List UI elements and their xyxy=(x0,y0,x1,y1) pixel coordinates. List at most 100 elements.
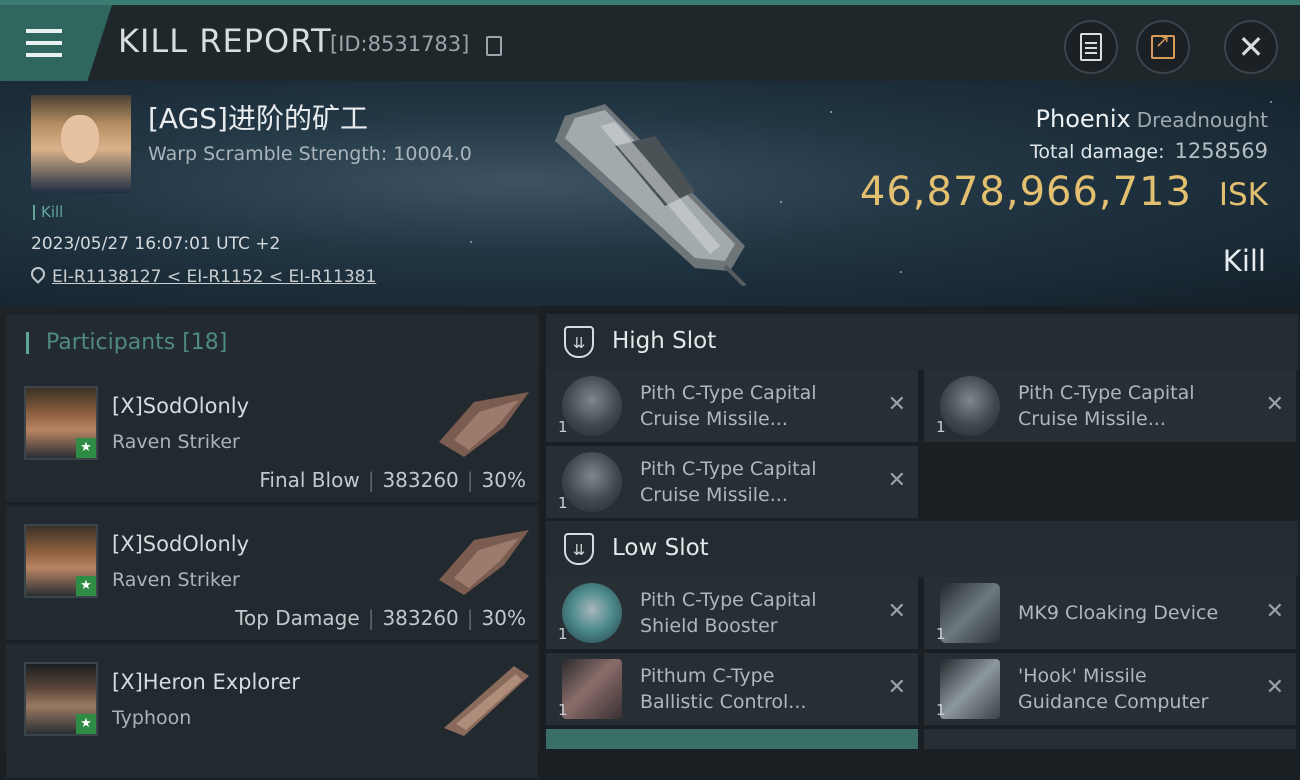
ship-class: Dreadnought xyxy=(1136,108,1268,132)
high-slot-header: ⇊ High Slot xyxy=(546,314,1298,370)
item-quantity: 1 xyxy=(936,701,946,719)
close-button[interactable]: ✕ xyxy=(1224,20,1278,74)
high-slot-item[interactable]: 1 Pith C-Type Capital Cruise Missile... … xyxy=(546,370,918,442)
star xyxy=(470,241,472,243)
item-name-line2: Guidance Computer xyxy=(1018,691,1209,713)
participant-name: [X]SodOlonly xyxy=(112,532,250,556)
low-slot-title: Low Slot xyxy=(612,535,709,561)
low-slot-header: ⇊ Low Slot xyxy=(546,521,1298,577)
partial-list-item[interactable] xyxy=(924,729,1296,749)
victim-ship-image xyxy=(555,104,747,286)
low-slot-item[interactable]: 1 Pith C-Type Capital Shield Booster ✕ xyxy=(546,577,918,649)
participant-stats: Top Damage | 383260 | 30% xyxy=(235,606,526,630)
shield-booster-icon xyxy=(562,583,622,643)
item-name-line2: Cruise Missile... xyxy=(640,484,788,506)
star-badge-icon: ★ xyxy=(76,576,96,596)
low-slot-item[interactable]: 1 Pithum C-Type Ballistic Control... ✕ xyxy=(546,653,918,725)
participants-heading: Participants [18] xyxy=(46,330,228,355)
participant-role: Top Damage xyxy=(235,606,360,630)
star-badge-icon: ★ xyxy=(76,438,96,458)
star xyxy=(780,201,782,203)
participant-row[interactable]: ★ [X]SodOlonly Raven Striker Top Damage |… xyxy=(6,506,538,642)
item-quantity: 1 xyxy=(558,418,568,436)
participant-damage: 383260 xyxy=(382,606,459,630)
missile-launcher-icon xyxy=(562,452,622,512)
total-damage: Total damage: 1258569 xyxy=(1030,139,1268,163)
star xyxy=(1270,101,1272,103)
total-damage-value: 1258569 xyxy=(1174,139,1268,163)
item-name-line2: Cruise Missile... xyxy=(640,408,788,430)
clipboard-icon xyxy=(1080,33,1102,61)
item-name: Pith C-Type Capital Cruise Missile... xyxy=(1018,380,1258,432)
item-name: MK9 Cloaking Device xyxy=(1018,602,1219,624)
participant-stats: Final Blow | 383260 | 30% xyxy=(259,468,526,492)
victim-name[interactable]: [AGS]进阶的矿工 xyxy=(148,97,368,137)
low-slot-icon: ⇊ xyxy=(564,533,594,565)
destroyed-x-icon: ✕ xyxy=(1265,392,1284,417)
warp-scramble-strength: Warp Scramble Strength: 10004.0 xyxy=(148,143,472,165)
isk-value: 46,878,966,713 xyxy=(859,169,1192,215)
destroyed-x-icon: ✕ xyxy=(887,468,906,493)
cloaking-device-icon xyxy=(940,583,1000,643)
share-icon xyxy=(1151,31,1175,59)
participant-ship-image xyxy=(444,666,529,736)
victim-portrait[interactable] xyxy=(31,95,131,193)
item-name-line2: Ballistic Control... xyxy=(640,691,807,713)
item-name: Pith C-Type Capital Shield Booster xyxy=(640,587,880,639)
close-icon: ✕ xyxy=(1237,28,1265,66)
portrait-face xyxy=(61,115,99,163)
destroyed-x-icon: ✕ xyxy=(1265,599,1284,624)
participants-panel: Participants [18] ★ [X]SodOlonly Raven S… xyxy=(0,306,540,780)
item-name-line2: Shield Booster xyxy=(640,615,778,637)
item-name-line2: Cruise Missile... xyxy=(1018,408,1166,430)
kill-result: Kill xyxy=(1222,244,1266,278)
item-name-line1: Pith C-Type Capital xyxy=(640,589,817,611)
low-slot-item[interactable]: 1 'Hook' Missile Guidance Computer ✕ xyxy=(924,653,1296,725)
hamburger-icon xyxy=(26,29,62,57)
page-title: KILL REPORT xyxy=(118,22,332,60)
high-slot-icon: ⇊ xyxy=(564,326,594,358)
participant-name: [X]Heron Explorer xyxy=(112,670,300,694)
guidance-computer-icon xyxy=(940,659,1000,719)
kill-timestamp: 2023/05/27 16:07:01 UTC +2 xyxy=(31,234,281,254)
item-name: Pithum C-Type Ballistic Control... xyxy=(640,663,880,715)
participant-avatar: ★ xyxy=(24,524,98,598)
location-link[interactable]: EI-R1138127 < EI-R1152 < EI-R11381 xyxy=(52,267,376,287)
missile-launcher-icon xyxy=(940,376,1000,436)
participant-row[interactable]: ★ [X]Heron Explorer Typhoon xyxy=(6,644,538,780)
clipboard-button[interactable] xyxy=(1064,20,1118,74)
kill-tag: Kill xyxy=(33,205,63,220)
low-slot-item[interactable]: 1 MK9 Cloaking Device ✕ xyxy=(924,577,1296,649)
ship-name[interactable]: Phoenix Dreadnought xyxy=(1036,105,1268,133)
destroyed-x-icon: ✕ xyxy=(887,675,906,700)
item-quantity: 1 xyxy=(936,625,946,643)
copy-icon[interactable] xyxy=(486,36,502,56)
item-name-line1: Pithum C-Type xyxy=(640,665,775,687)
item-name-line1: Pith C-Type Capital xyxy=(640,382,817,404)
item-quantity: 1 xyxy=(558,625,568,643)
isk-unit: ISK xyxy=(1218,177,1268,213)
participant-avatar: ★ xyxy=(24,386,98,460)
item-quantity: 1 xyxy=(558,701,568,719)
share-button[interactable] xyxy=(1136,20,1190,74)
participants-header: Participants [18] xyxy=(6,314,538,370)
missile-launcher-icon xyxy=(562,376,622,436)
participant-avatar: ★ xyxy=(24,662,98,736)
participant-role: Final Blow xyxy=(259,468,360,492)
destroyed-x-icon: ✕ xyxy=(887,392,906,417)
participant-ship-image xyxy=(439,392,529,457)
star xyxy=(900,271,902,273)
item-name-line1: 'Hook' Missile xyxy=(1018,665,1147,687)
high-slot-item[interactable]: 1 Pith C-Type Capital Cruise Missile... … xyxy=(546,446,918,518)
total-damage-label: Total damage: xyxy=(1030,141,1165,163)
item-name: Pith C-Type Capital Cruise Missile... xyxy=(640,380,880,432)
partial-list-item[interactable] xyxy=(546,729,918,749)
participant-row[interactable]: ★ [X]SodOlonly Raven Striker Final Blow |… xyxy=(6,368,538,504)
high-slot-item[interactable]: 1 Pith C-Type Capital Cruise Missile... … xyxy=(924,370,1296,442)
participant-ship: Raven Striker xyxy=(112,569,240,591)
participant-name: [X]SodOlonly xyxy=(112,394,250,418)
participant-damage: 383260 xyxy=(382,468,459,492)
high-slot-title: High Slot xyxy=(612,328,717,354)
ballistic-control-icon xyxy=(562,659,622,719)
item-quantity: 1 xyxy=(936,418,946,436)
